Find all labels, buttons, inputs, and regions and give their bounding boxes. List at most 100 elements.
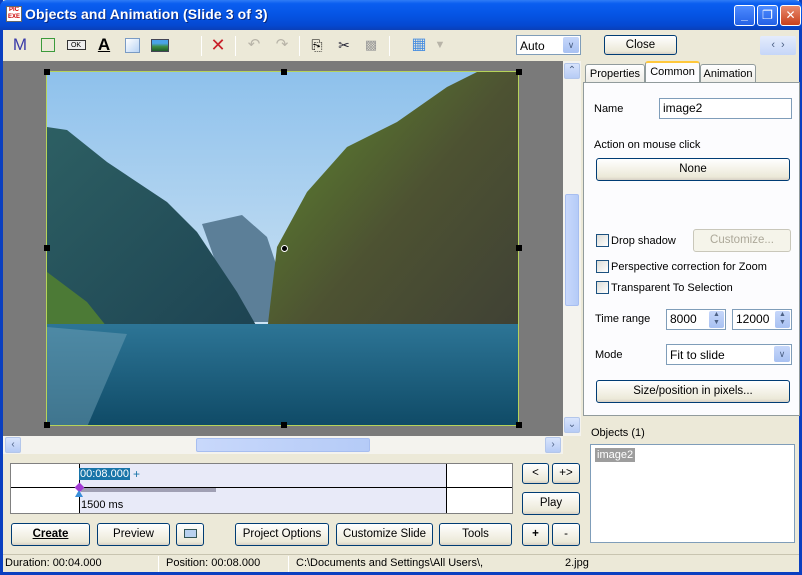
scroll-up-button[interactable]: ⌃ <box>564 63 580 79</box>
status-divider <box>158 556 159 572</box>
chevron-up-icon: ⌃ <box>567 65 577 76</box>
scroll-down-button[interactable]: ⌄ <box>564 417 580 433</box>
close-button[interactable]: Close <box>604 35 677 55</box>
chevron-down-icon: ▼ <box>434 39 446 51</box>
add-object-button[interactable]: + <box>522 523 549 546</box>
scroll-left-button[interactable]: ‹ <box>5 437 21 453</box>
resize-handle[interactable] <box>281 69 287 75</box>
perspective-correction-label: Perspective correction for Zoom <box>611 261 767 273</box>
paste-button[interactable]: ▩ <box>360 34 382 56</box>
drop-shadow-label: Drop shadow <box>611 235 676 247</box>
tools-button[interactable]: Tools <box>439 523 512 546</box>
time-range-end-value: 12000 <box>736 312 770 326</box>
timeline-end-marker <box>446 464 447 513</box>
paste-icon: ▩ <box>364 37 378 52</box>
status-divider <box>288 556 289 572</box>
toolbar-separator <box>235 36 236 56</box>
redo-button[interactable]: ↷ <box>271 34 293 56</box>
prev-keyframe-button[interactable]: < <box>522 463 549 484</box>
action-select-button[interactable]: None <box>596 158 790 181</box>
time-range-start-input[interactable]: 8000 ▲ ▼ <box>666 309 726 330</box>
remove-object-button[interactable]: - <box>552 523 580 546</box>
grid-button[interactable]: ▦ <box>408 34 430 56</box>
cut-button[interactable]: ✂ <box>333 34 355 56</box>
resize-handle[interactable] <box>44 69 50 75</box>
resize-handle[interactable] <box>44 422 50 428</box>
resize-handle[interactable] <box>516 245 522 251</box>
delete-button[interactable]: ✕ <box>207 34 229 56</box>
delete-icon: ✕ <box>210 35 226 55</box>
add-keyframe-icon[interactable]: + <box>133 467 140 481</box>
resize-handle[interactable] <box>281 422 287 428</box>
zoom-select-value: Auto <box>520 39 545 53</box>
name-input[interactable]: image2 <box>659 98 792 119</box>
spinner-icon[interactable]: ▲ ▼ <box>775 311 790 328</box>
size-position-button[interactable]: Size/position in pixels... <box>596 380 790 403</box>
toolbar: M OK A ✕ ↶ ↷ ⎘ ✂ ▩ ▦ ▼ Auto ∨ Close ‹ › <box>3 30 799 60</box>
chevron-down-icon: ⌄ <box>567 419 577 430</box>
resize-handle[interactable] <box>516 69 522 75</box>
time-range-end-input[interactable]: 12000 ▲ ▼ <box>732 309 792 330</box>
tab-animation[interactable]: Animation <box>700 64 756 83</box>
canvas-horizontal-scrollbar[interactable]: ‹ › <box>3 436 563 454</box>
scroll-right-button[interactable]: › <box>545 437 561 453</box>
zoom-select[interactable]: Auto ∨ <box>516 35 581 55</box>
text-object-tool[interactable]: M <box>9 34 31 56</box>
customize-slide-button[interactable]: Customize Slide <box>336 523 433 546</box>
slide-nav: ‹ › <box>760 36 796 55</box>
spinner-icon[interactable]: ▲ ▼ <box>709 311 724 328</box>
list-item[interactable]: image2 <box>595 448 636 462</box>
grid-dropdown[interactable]: ▼ <box>429 34 451 56</box>
status-file-path: C:\Documents and Settings\All Users\, <box>296 557 484 569</box>
status-bar: Duration: 00:04.000 Position: 00:08.000 … <box>3 554 799 572</box>
next-keyframe-button[interactable]: +> <box>552 463 580 484</box>
minimize-icon: _ <box>741 8 748 22</box>
timeline[interactable]: 00:08.000 + 1500 ms <box>10 463 513 514</box>
image-icon <box>151 38 169 52</box>
close-icon: ✕ <box>785 8 796 22</box>
playhead-icon[interactable] <box>75 490 83 497</box>
mode-select[interactable]: Fit to slide ∨ <box>666 344 792 365</box>
drop-shadow-checkbox[interactable] <box>596 234 609 247</box>
copy-button[interactable]: ⎘ <box>306 34 328 56</box>
time-range-start-value: 8000 <box>670 312 697 326</box>
tab-properties[interactable]: Properties <box>585 64 645 83</box>
timeline-position-label: 00:08.000 <box>79 468 130 480</box>
vertical-scroll-thumb[interactable] <box>565 194 579 306</box>
chevron-left-icon: ‹ <box>11 439 15 450</box>
perspective-correction-checkbox[interactable] <box>596 260 609 273</box>
button-icon: OK <box>66 40 86 51</box>
button-tool[interactable]: OK <box>65 34 87 56</box>
status-duration: Duration: 00:04.000 <box>5 557 102 569</box>
undo-icon: ↶ <box>247 36 261 53</box>
customize-shadow-button[interactable]: Customize... <box>693 229 791 252</box>
preview-button[interactable]: Preview <box>97 523 170 546</box>
resize-handle[interactable] <box>516 422 522 428</box>
rotation-center-handle[interactable] <box>281 245 288 252</box>
fullscreen-preview-button[interactable] <box>176 523 204 546</box>
restore-button[interactable]: ❐ <box>757 5 778 26</box>
transparent-selection-checkbox[interactable] <box>596 281 609 294</box>
rectangle-tool[interactable] <box>121 34 143 56</box>
image-tool[interactable] <box>149 34 171 56</box>
project-options-button[interactable]: Project Options <box>235 523 329 546</box>
minimize-button[interactable]: _ <box>734 5 755 26</box>
objects-list[interactable]: image2 <box>590 444 795 543</box>
horizontal-scroll-thumb[interactable] <box>196 438 370 452</box>
tab-common[interactable]: Common <box>645 61 700 83</box>
transparent-selection-label: Transparent To Selection <box>611 282 733 294</box>
close-window-button[interactable]: ✕ <box>780 5 801 26</box>
prev-slide-button[interactable]: ‹ <box>771 39 775 51</box>
play-button[interactable]: Play <box>522 492 580 515</box>
canvas-vertical-scrollbar[interactable]: ⌃ ⌄ <box>563 61 581 436</box>
frame-tool[interactable] <box>37 34 59 56</box>
time-range-label: Time range <box>595 313 651 325</box>
next-slide-button[interactable]: › <box>781 39 785 51</box>
undo-button[interactable]: ↶ <box>243 34 265 56</box>
grid-icon: ▦ <box>411 36 427 53</box>
resize-handle[interactable] <box>44 245 50 251</box>
create-button[interactable]: Create <box>11 523 90 546</box>
text-tool[interactable]: A <box>93 34 115 56</box>
chevron-down-icon: ∨ <box>563 37 579 53</box>
toolbar-separator <box>299 36 300 56</box>
